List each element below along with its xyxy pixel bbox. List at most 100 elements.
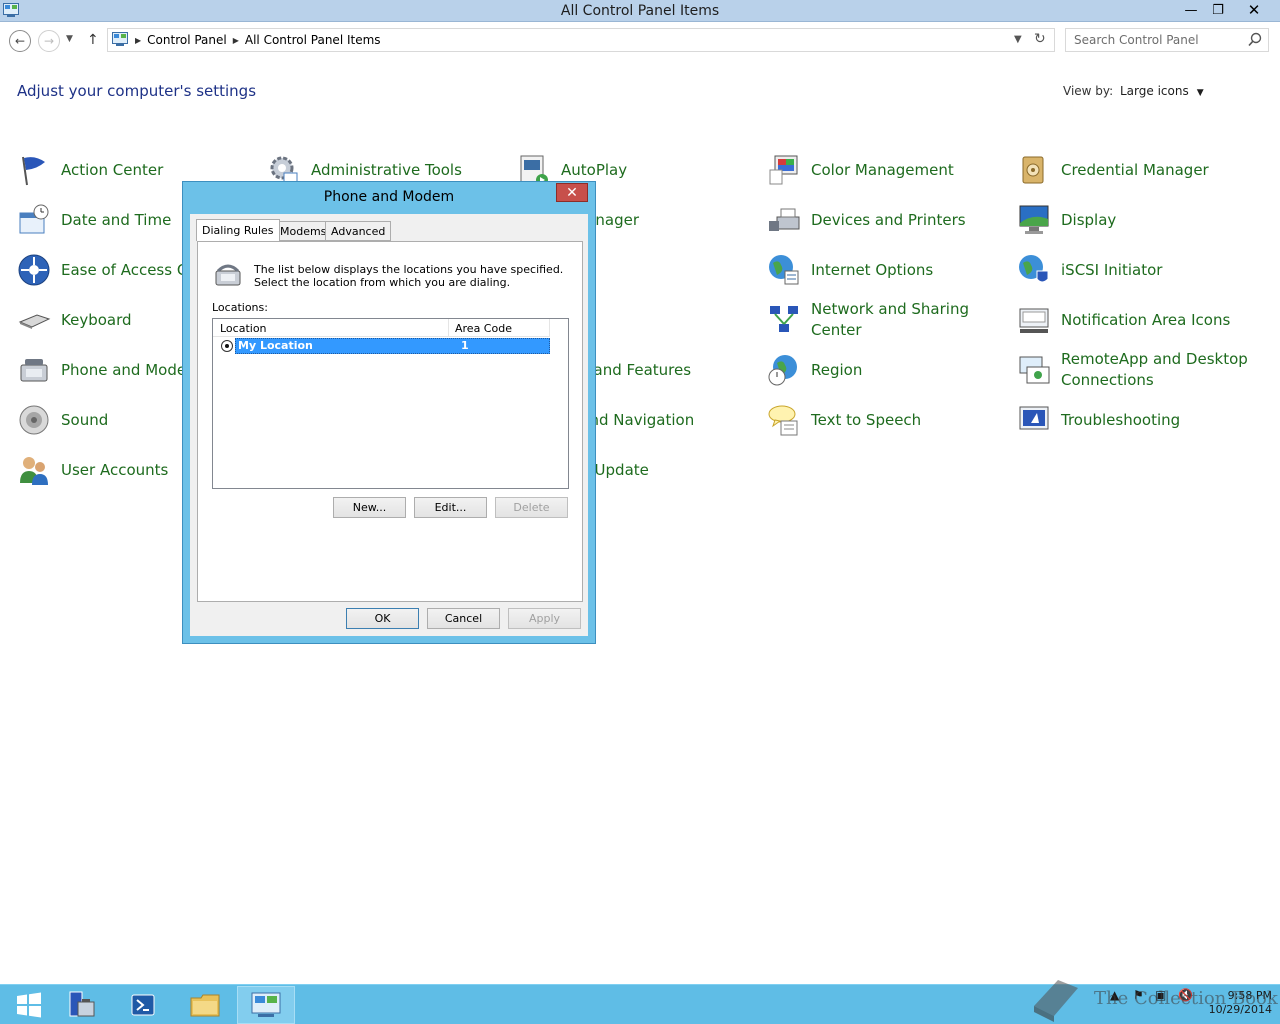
item-iscsi-initiator[interactable]: iSCSI Initiator bbox=[1017, 249, 1256, 291]
search-icon[interactable] bbox=[1247, 31, 1263, 49]
ok-button[interactable]: OK bbox=[346, 608, 419, 629]
region-globe-icon bbox=[768, 355, 797, 386]
search-box[interactable] bbox=[1065, 28, 1269, 52]
speaker-icon bbox=[19, 405, 49, 435]
breadcrumb-all-items[interactable]: All Control Panel Items bbox=[245, 33, 381, 47]
taskbar-control-panel[interactable] bbox=[237, 986, 295, 1024]
item-credential-manager[interactable]: Credential Manager bbox=[1017, 149, 1256, 191]
item-label: Region bbox=[811, 360, 863, 379]
minimize-button[interactable]: — bbox=[1178, 0, 1204, 20]
taskbar-file-explorer[interactable] bbox=[176, 986, 234, 1024]
new-location-button[interactable]: New... bbox=[333, 497, 406, 518]
window-title: All Control Panel Items bbox=[560, 3, 720, 19]
chevron-down-icon: ▼ bbox=[66, 34, 73, 44]
users-icon bbox=[20, 457, 48, 485]
item-label: Credential Manager bbox=[1061, 160, 1209, 179]
close-icon: ✕ bbox=[566, 184, 578, 201]
watermark: The Collection Book bbox=[1028, 976, 1280, 1024]
list-header: Location Area Code bbox=[213, 319, 550, 337]
item-label: Administrative Tools bbox=[311, 160, 462, 179]
item-text-to-speech[interactable]: Text to Speech bbox=[767, 399, 1006, 441]
column-header-location[interactable]: Location bbox=[220, 322, 267, 335]
item-region[interactable]: Region bbox=[767, 349, 1006, 391]
globe-icon bbox=[769, 255, 799, 285]
address-dropdown-icon[interactable]: ▼ bbox=[1014, 34, 1022, 45]
item-internet-options[interactable]: Internet Options bbox=[767, 249, 1006, 291]
iscsi-globe-icon bbox=[1019, 255, 1049, 283]
dialog-title: Phone and Modem bbox=[323, 189, 455, 205]
flag-icon bbox=[22, 156, 45, 186]
edit-location-button[interactable]: Edit... bbox=[414, 497, 487, 518]
row-location-name: My Location bbox=[238, 339, 313, 352]
tab-dialing-rules[interactable]: Dialing Rules bbox=[196, 219, 280, 241]
dialing-rules-panel: The list below displays the locations yo… bbox=[197, 241, 583, 602]
item-label: Action Center bbox=[61, 160, 164, 179]
address-bar[interactable]: ▶ Control Panel ▶ All Control Panel Item… bbox=[107, 28, 1055, 52]
monitor-icon bbox=[1019, 205, 1049, 234]
cancel-button[interactable]: Cancel bbox=[427, 608, 500, 629]
breadcrumb-separator-icon[interactable]: ▶ bbox=[135, 36, 141, 45]
item-notification-area-icons[interactable]: Notification Area Icons bbox=[1017, 299, 1256, 341]
locations-list[interactable]: Location Area Code My Location 1 bbox=[212, 318, 569, 489]
recent-locations-dropdown[interactable]: ▼ bbox=[66, 34, 73, 44]
navigation-bar: ← → ▼ ↑ ▶ Control Panel ▶ All Control Pa… bbox=[0, 23, 1280, 59]
windows-logo-icon bbox=[17, 992, 41, 1018]
dialog-body: Dialing Rules Modems Advanced The list b… bbox=[190, 214, 588, 636]
item-network-and-sharing[interactable]: Network and Sharing Center bbox=[767, 299, 1006, 341]
row-area-code: 1 bbox=[461, 339, 469, 352]
tab-advanced[interactable]: Advanced bbox=[325, 221, 392, 241]
up-button[interactable]: ↑ bbox=[87, 32, 99, 48]
troubleshooting-icon bbox=[1019, 406, 1049, 430]
delete-location-button[interactable]: Delete bbox=[495, 497, 568, 518]
powershell-icon bbox=[131, 994, 155, 1016]
item-devices-and-printers[interactable]: Devices and Printers bbox=[767, 199, 1006, 241]
item-label: Display bbox=[1061, 210, 1117, 229]
arrow-up-icon: ↑ bbox=[87, 32, 99, 48]
item-label: Troubleshooting bbox=[1061, 410, 1181, 429]
notification-area-icon bbox=[1019, 308, 1049, 333]
back-button[interactable]: ← bbox=[9, 30, 31, 52]
vault-icon bbox=[1022, 156, 1044, 184]
taskbar-powershell[interactable] bbox=[114, 986, 172, 1024]
item-display[interactable]: Display bbox=[1017, 199, 1256, 241]
page-heading: Adjust your computer's settings bbox=[17, 82, 257, 100]
refresh-icon[interactable]: ↻ bbox=[1034, 31, 1046, 47]
column-header-area-code[interactable]: Area Code bbox=[455, 322, 512, 335]
server-manager-icon bbox=[69, 991, 95, 1017]
arrow-left-icon: ← bbox=[14, 34, 26, 48]
item-troubleshooting[interactable]: Troubleshooting bbox=[1017, 399, 1256, 441]
column-divider[interactable] bbox=[549, 319, 550, 337]
book-logo-icon bbox=[1034, 980, 1078, 1022]
item-remoteapp[interactable]: RemoteApp and Desktop Connections bbox=[1017, 349, 1256, 391]
folder-icon bbox=[190, 994, 220, 1017]
table-row[interactable]: My Location 1 bbox=[219, 338, 550, 354]
dialog-close-button[interactable]: ✕ bbox=[556, 183, 588, 202]
breadcrumb: ▶ Control Panel ▶ All Control Panel Item… bbox=[135, 33, 381, 47]
start-button[interactable] bbox=[0, 986, 58, 1024]
breadcrumb-control-panel[interactable]: Control Panel bbox=[147, 33, 227, 47]
item-color-management[interactable]: Color Management bbox=[767, 149, 1006, 191]
item-label: Text to Speech bbox=[811, 410, 922, 429]
network-icon bbox=[770, 306, 798, 332]
taskbar-server-manager[interactable] bbox=[52, 986, 110, 1024]
item-label: AutoPlay bbox=[561, 160, 628, 179]
dialing-rules-description: The list below displays the locations yo… bbox=[254, 263, 564, 289]
location-radio[interactable] bbox=[221, 340, 233, 352]
view-by-value: Large icons bbox=[1120, 84, 1189, 98]
close-window-button[interactable]: ✕ bbox=[1232, 0, 1276, 20]
view-by-label: View by: bbox=[1063, 84, 1114, 98]
speech-bubble-icon bbox=[768, 405, 798, 436]
forward-button[interactable]: → bbox=[38, 30, 60, 52]
control-panel-icon bbox=[251, 992, 281, 1017]
item-label: Network and Sharing Center bbox=[811, 300, 969, 339]
search-input[interactable] bbox=[1074, 33, 1244, 47]
restore-button[interactable]: ❐ bbox=[1205, 0, 1231, 20]
tab-modems[interactable]: Modems bbox=[274, 221, 333, 241]
column-divider[interactable] bbox=[448, 319, 449, 337]
breadcrumb-separator-icon[interactable]: ▶ bbox=[233, 36, 239, 45]
watermark-text: The Collection Book bbox=[1094, 988, 1278, 1009]
caret-down-icon: ▼ bbox=[1196, 88, 1204, 98]
apply-button[interactable]: Apply bbox=[508, 608, 581, 629]
item-label: Internet Options bbox=[811, 260, 934, 279]
view-by-dropdown[interactable]: Large icons ▼ bbox=[1120, 84, 1204, 98]
